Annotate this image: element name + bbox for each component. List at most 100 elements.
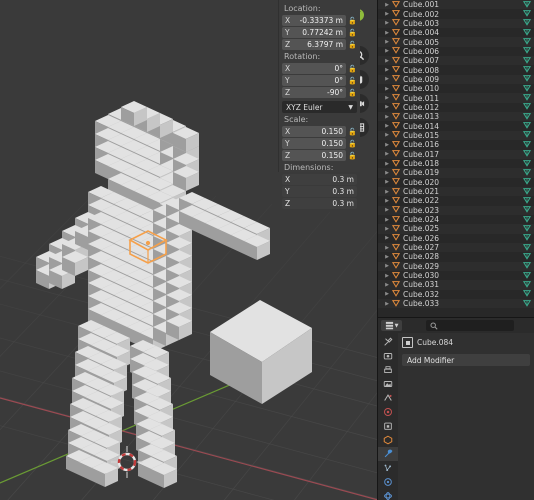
- editor-divider-vertical[interactable]: [377, 0, 378, 500]
- outliner-row[interactable]: ▶ Cube.008: [378, 65, 534, 75]
- disclosure-triangle-icon[interactable]: ▶: [383, 245, 391, 251]
- constraints-tab[interactable]: [378, 489, 398, 500]
- unlocked-padlock-icon[interactable]: 🔓: [348, 39, 357, 50]
- unlocked-padlock-icon[interactable]: 🔓: [348, 150, 357, 161]
- outliner-row[interactable]: ▶ Cube.002: [378, 9, 534, 19]
- disclosure-triangle-icon[interactable]: ▶: [383, 282, 391, 288]
- outliner-row[interactable]: ▶ Cube.021: [378, 186, 534, 197]
- dimensions-z-row[interactable]: Z 0.3 m: [282, 198, 357, 209]
- disclosure-triangle-icon[interactable]: ▶: [383, 2, 391, 8]
- mesh-object-icon[interactable]: [391, 299, 401, 309]
- properties-search-input[interactable]: [426, 320, 514, 331]
- outliner-row[interactable]: ▶ Cube.030: [378, 270, 534, 281]
- disclosure-triangle-icon[interactable]: ▶: [383, 123, 391, 129]
- outliner-row[interactable]: ▶ Cube.013: [378, 112, 534, 122]
- dimensions-x-row[interactable]: X 0.3 m: [282, 174, 357, 185]
- disclosure-triangle-icon[interactable]: ▶: [383, 273, 391, 279]
- disclosure-triangle-icon[interactable]: ▶: [383, 291, 391, 297]
- selected-cube-outline[interactable]: [126, 228, 186, 278]
- outliner-row[interactable]: ▶ Cube.023: [378, 205, 534, 215]
- location-z-row[interactable]: Z 6.3797 m 🔓: [282, 39, 357, 50]
- disclosure-triangle-icon[interactable]: ▶: [383, 132, 391, 138]
- outliner-row[interactable]: ▶ Cube.006: [378, 46, 534, 57]
- location-y-row[interactable]: Y 0.77242 m 🔓: [282, 27, 357, 38]
- unlocked-padlock-icon[interactable]: 🔓: [348, 87, 357, 98]
- disclosure-triangle-icon[interactable]: ▶: [383, 20, 391, 26]
- particles-tab[interactable]: [378, 461, 398, 475]
- outliner-row[interactable]: ▶ Cube.016: [378, 140, 534, 150]
- disclosure-triangle-icon[interactable]: ▶: [383, 86, 391, 92]
- disclosure-triangle-icon[interactable]: ▶: [383, 39, 391, 45]
- disclosure-triangle-icon[interactable]: ▶: [383, 170, 391, 176]
- large-cube-model[interactable]: [206, 296, 326, 411]
- disclosure-triangle-icon[interactable]: ▶: [383, 301, 391, 307]
- disclosure-triangle-icon[interactable]: ▶: [383, 151, 391, 157]
- unlocked-padlock-icon[interactable]: 🔓: [348, 138, 357, 149]
- unlocked-padlock-icon[interactable]: 🔓: [348, 15, 357, 26]
- world-tab[interactable]: [378, 405, 398, 419]
- disclosure-triangle-icon[interactable]: ▶: [383, 67, 391, 73]
- outliner-row[interactable]: ▶ Cube.005: [378, 37, 534, 47]
- properties-editor[interactable]: ▼ Cube.084 Add Modifier: [378, 318, 534, 500]
- outliner-row[interactable]: ▶ Cube.028: [378, 252, 534, 262]
- disclosure-triangle-icon[interactable]: ▶: [383, 226, 391, 232]
- outliner-row[interactable]: ▶ Cube.031: [378, 280, 534, 290]
- outliner-row[interactable]: ▶ Cube.011: [378, 93, 534, 103]
- disclosure-triangle-icon[interactable]: ▶: [383, 207, 391, 213]
- scene-tab[interactable]: [378, 391, 398, 405]
- properties-editor-icon[interactable]: ▼: [381, 320, 402, 331]
- outliner-row[interactable]: ▶ Cube.019: [378, 168, 534, 178]
- disclosure-triangle-icon[interactable]: ▶: [383, 95, 391, 101]
- disclosure-triangle-icon[interactable]: ▶: [383, 217, 391, 223]
- disclosure-triangle-icon[interactable]: ▶: [383, 263, 391, 269]
- outliner-row[interactable]: ▶ Cube.012: [378, 102, 534, 113]
- scale-x-row[interactable]: X 0.150 🔓: [282, 126, 357, 137]
- physics-tab[interactable]: [378, 475, 398, 489]
- disclosure-triangle-icon[interactable]: ▶: [383, 142, 391, 148]
- outliner-row[interactable]: ▶ Cube.015: [378, 130, 534, 141]
- object-tab[interactable]: [378, 433, 398, 447]
- rotation-y-row[interactable]: Y 0° 🔓: [282, 75, 357, 86]
- rotation-z-row[interactable]: Z -90° 🔓: [282, 87, 357, 98]
- editor-divider-horizontal[interactable]: [378, 317, 534, 318]
- add-modifier-button[interactable]: Add Modifier: [402, 354, 530, 366]
- outliner-row[interactable]: ▶ Cube.017: [378, 149, 534, 159]
- rotation-x-row[interactable]: X 0° 🔓: [282, 63, 357, 74]
- mesh-data-icon[interactable]: [520, 299, 534, 309]
- render-tab[interactable]: [378, 349, 398, 363]
- unlocked-padlock-icon[interactable]: 🔓: [348, 75, 357, 86]
- location-x-row[interactable]: X -0.33373 m 🔓: [282, 15, 357, 26]
- disclosure-triangle-icon[interactable]: ▶: [383, 11, 391, 17]
- disclosure-triangle-icon[interactable]: ▶: [383, 76, 391, 82]
- outliner-row[interactable]: ▶ Cube.033: [378, 299, 534, 309]
- outliner-row[interactable]: ▶ Cube.026: [378, 233, 534, 243]
- outliner-row[interactable]: ▶ Cube.010: [378, 84, 534, 94]
- outliner-row[interactable]: ▶ Cube.009: [378, 74, 534, 85]
- outliner-row[interactable]: ▶ Cube.020: [378, 177, 534, 187]
- scale-z-row[interactable]: Z 0.150 🔓: [282, 150, 357, 161]
- disclosure-triangle-icon[interactable]: ▶: [383, 48, 391, 54]
- dimensions-y-row[interactable]: Y 0.3 m: [282, 186, 357, 197]
- outliner-row[interactable]: ▶ Cube.007: [378, 56, 534, 66]
- scale-y-row[interactable]: Y 0.150 🔓: [282, 138, 357, 149]
- disclosure-triangle-icon[interactable]: ▶: [383, 114, 391, 120]
- collection-tab[interactable]: [378, 419, 398, 433]
- unlocked-padlock-icon[interactable]: 🔓: [348, 63, 357, 74]
- tool-tab[interactable]: [378, 335, 398, 349]
- outliner-row[interactable]: ▶ Cube.018: [378, 158, 534, 169]
- unlocked-padlock-icon[interactable]: 🔓: [348, 126, 357, 137]
- unlocked-padlock-icon[interactable]: 🔓: [348, 27, 357, 38]
- disclosure-triangle-icon[interactable]: ▶: [383, 30, 391, 36]
- view-layer-tab[interactable]: [378, 377, 398, 391]
- outliner-row[interactable]: ▶ Cube.004: [378, 28, 534, 38]
- disclosure-triangle-icon[interactable]: ▶: [383, 58, 391, 64]
- outliner-row[interactable]: ▶ Cube.027: [378, 242, 534, 253]
- disclosure-triangle-icon[interactable]: ▶: [383, 189, 391, 195]
- outliner-row[interactable]: ▶ Cube.032: [378, 289, 534, 299]
- disclosure-triangle-icon[interactable]: ▶: [383, 179, 391, 185]
- disclosure-triangle-icon[interactable]: ▶: [383, 104, 391, 110]
- disclosure-triangle-icon[interactable]: ▶: [383, 254, 391, 260]
- outliner-row[interactable]: ▶ Cube.003: [378, 18, 534, 29]
- outliner-editor[interactable]: ▶ Cube.001 ▶ Cube.002 ▶ Cube.003 ▶ Cube.004 ▶ Cub…: [378, 0, 534, 318]
- outliner-row[interactable]: ▶ Cube.024: [378, 214, 534, 225]
